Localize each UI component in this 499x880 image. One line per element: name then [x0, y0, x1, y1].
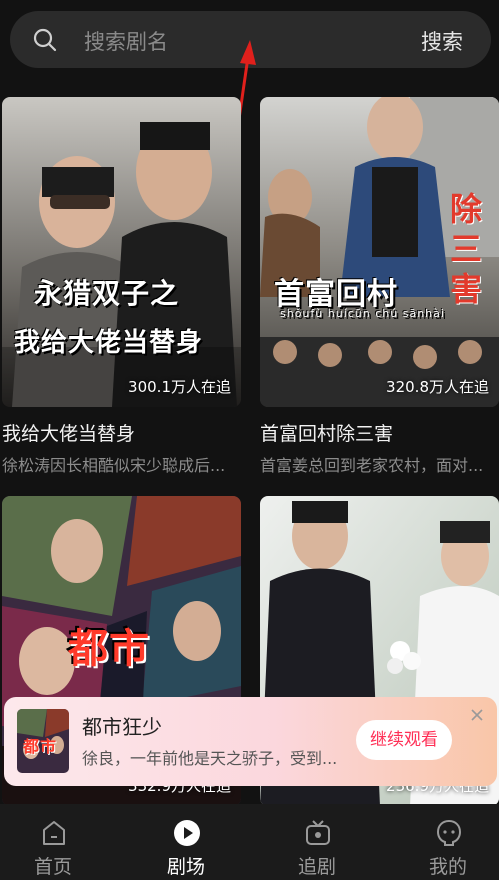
profile-icon — [436, 819, 462, 846]
watching-count: 300.1万人在追 — [128, 378, 231, 396]
tab-follow[interactable]: 追剧 — [267, 804, 367, 880]
continue-watching-button[interactable]: 继续观看 — [356, 720, 452, 760]
drama-card[interactable]: 首富回村 shǒufù huícūn chú sānhài 除三害 320.8万… — [260, 97, 499, 476]
home-icon — [43, 821, 65, 845]
tab-label: 剧场 — [166, 856, 205, 878]
drama-description: 徐松涛因长相酷似宋少聪成后... — [2, 456, 226, 475]
drama-title: 首富回村除三害 — [260, 423, 394, 445]
drama-title: 我给大佬当替身 — [2, 423, 136, 445]
tab-theater[interactable]: 剧场 — [136, 804, 236, 880]
bottom-tab-bar: 首页 剧场 追剧 我的 — [0, 804, 499, 880]
continue-thumb-text: 都市 — [23, 737, 58, 756]
tab-home[interactable]: 首页 — [3, 804, 103, 880]
poster-title: 永猎双子之 — [34, 277, 180, 310]
poster-pinyin: shǒufù huícūn chú sānhài — [280, 307, 445, 320]
continue-title: 都市狂少 — [82, 715, 162, 739]
tv-icon — [306, 820, 330, 845]
poster-title: 都市 — [68, 626, 150, 672]
continue-description: 徐良，一年前他是天之骄子，受到... — [82, 749, 338, 768]
search-input[interactable]: 搜索剧名 — [84, 26, 168, 56]
search-icon — [33, 28, 57, 52]
close-icon[interactable] — [469, 707, 485, 723]
tab-profile[interactable]: 我的 — [398, 804, 498, 880]
drama-card[interactable]: 永猎双子之 我给大佬当替身 300.1万人在追 我给大佬当替身 徐松涛因长相酷似… — [2, 97, 241, 476]
tab-label: 首页 — [33, 856, 72, 878]
tab-label: 追剧 — [297, 856, 336, 878]
watching-count: 320.8万人在追 — [386, 378, 489, 396]
drama-poster[interactable]: 永猎双子之 我给大佬当替身 300.1万人在追 — [2, 97, 241, 407]
theater-icon — [174, 820, 200, 846]
continue-watching-panel[interactable]: 都市 都市狂少 徐良，一年前他是天之骄子，受到... 继续观看 — [4, 697, 497, 786]
continue-thumbnail[interactable]: 都市 — [17, 709, 69, 773]
tab-label: 我的 — [428, 856, 467, 878]
drama-description: 首富姜总回到老家农村，面对... — [260, 456, 484, 475]
drama-poster[interactable]: 首富回村 shǒufù huícūn chú sānhài 除三害 320.8万… — [260, 97, 499, 407]
poster-side-text: 除三害 — [450, 190, 484, 308]
search-button[interactable]: 搜索 — [421, 26, 463, 56]
poster-title: 我给大佬当替身 — [14, 328, 204, 358]
